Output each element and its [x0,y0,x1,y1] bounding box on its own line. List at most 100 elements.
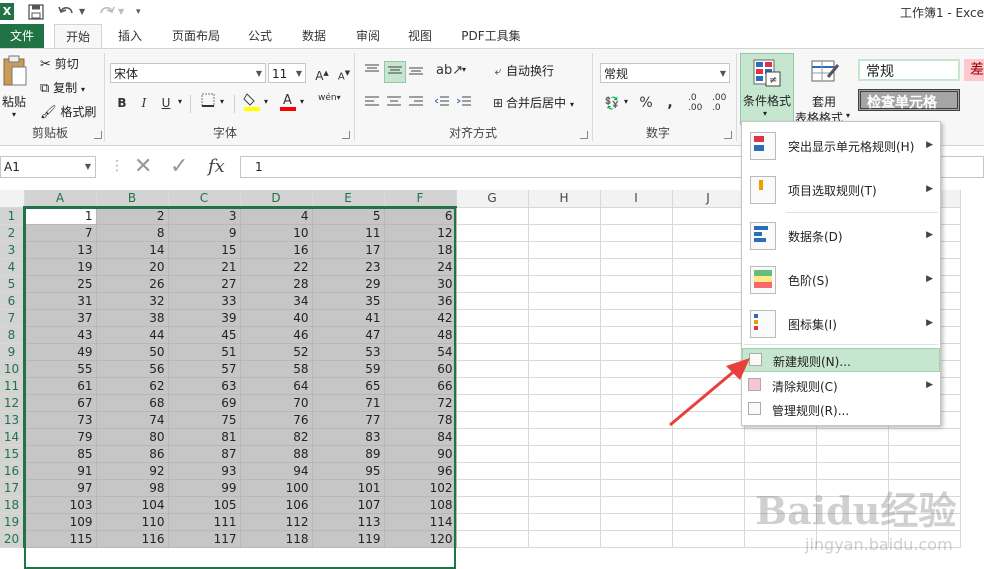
cell[interactable]: 52 [240,343,313,361]
cell[interactable]: 25 [24,275,97,293]
cell[interactable] [672,224,745,242]
conditional-formatting-button[interactable]: ≠ 条件格式 ▾ [740,53,794,125]
row-header[interactable]: 20 [0,530,25,548]
cell[interactable] [888,462,961,480]
cell[interactable] [528,224,601,242]
orientation-icon[interactable]: ab↗ [436,61,463,81]
cell[interactable] [600,513,673,531]
cell[interactable] [456,479,529,497]
cell[interactable]: 58 [240,360,313,378]
percent-button[interactable]: % [636,93,656,113]
row-header[interactable]: 11 [0,377,25,395]
phonetic-dropdown-icon[interactable]: ▾ [337,93,341,102]
cell[interactable]: 94 [240,462,313,480]
style-check-cell[interactable]: 检查单元格 [858,89,960,111]
cell[interactable]: 14 [96,241,169,259]
cell[interactable]: 45 [168,326,241,344]
align-right-icon[interactable] [406,93,426,113]
merge-center-button[interactable]: ⊞ 合并后居中 ▾ [490,93,574,113]
cell[interactable]: 69 [168,394,241,412]
redo-icon[interactable] [97,2,115,22]
number-format-combo[interactable]: 常规 ▼ [600,63,730,83]
menu-item-icon-sets[interactable]: 图标集(I) ▶ [742,306,940,342]
cell[interactable]: 74 [96,411,169,429]
cell[interactable] [816,462,889,480]
cell[interactable] [456,343,529,361]
column-header[interactable]: A [24,190,97,208]
cell[interactable] [456,394,529,412]
align-left-icon[interactable] [362,93,382,113]
cell[interactable]: 46 [240,326,313,344]
cell[interactable]: 61 [24,377,97,395]
cell[interactable]: 83 [312,428,385,446]
menu-item-data-bars[interactable]: 数据条(D) ▶ [742,218,940,254]
row-header[interactable]: 18 [0,496,25,514]
cell[interactable]: 27 [168,275,241,293]
cell[interactable]: 20 [96,258,169,276]
cell[interactable]: 16 [240,241,313,259]
paste-dropdown-icon[interactable]: ▾ [12,110,16,119]
cell[interactable] [600,258,673,276]
cell[interactable]: 78 [384,411,457,429]
cell[interactable] [672,496,745,514]
cell[interactable]: 36 [384,292,457,310]
increase-decimal-button[interactable]: .0.00 [688,93,702,113]
cell[interactable]: 60 [384,360,457,378]
cell[interactable]: 116 [96,530,169,548]
underline-button[interactable]: U [156,93,176,113]
row-header[interactable]: 16 [0,462,25,480]
cell[interactable] [528,496,601,514]
cell[interactable]: 42 [384,309,457,327]
grow-font-button[interactable]: A▲ [312,63,332,83]
cell[interactable]: 9 [168,224,241,242]
customize-qat-icon[interactable]: ▾ [136,2,141,22]
cell[interactable] [888,445,961,463]
cell[interactable]: 51 [168,343,241,361]
cell[interactable]: 55 [24,360,97,378]
align-middle-icon[interactable] [384,61,406,83]
cell[interactable]: 13 [24,241,97,259]
cell[interactable]: 2 [96,207,169,225]
cell[interactable]: 43 [24,326,97,344]
cell[interactable] [456,428,529,446]
cell[interactable] [528,394,601,412]
cell[interactable]: 33 [168,292,241,310]
redo-dropdown-icon[interactable]: ▼ [118,2,124,22]
cell[interactable]: 98 [96,479,169,497]
clipboard-launcher-icon[interactable] [94,131,102,139]
row-header[interactable]: 1 [0,207,25,225]
cell[interactable]: 54 [384,343,457,361]
cell[interactable]: 77 [312,411,385,429]
cell[interactable] [528,241,601,259]
cell[interactable]: 68 [96,394,169,412]
tab-page-layout[interactable]: 页面布局 [165,24,227,48]
cell[interactable]: 99 [168,479,241,497]
cell[interactable]: 82 [240,428,313,446]
cell[interactable]: 97 [24,479,97,497]
cell[interactable]: 80 [96,428,169,446]
cell[interactable] [600,326,673,344]
cell[interactable]: 111 [168,513,241,531]
copy-button[interactable]: ⧉ 复制 ▾ [40,79,85,96]
cell[interactable] [456,241,529,259]
cell[interactable] [600,479,673,497]
tab-file[interactable]: 文件 [0,24,44,48]
cell[interactable]: 44 [96,326,169,344]
format-as-table-button[interactable]: 套用 表格格式 ▾ [795,53,854,125]
cell[interactable]: 106 [240,496,313,514]
cell[interactable]: 26 [96,275,169,293]
cell[interactable] [600,462,673,480]
cell[interactable]: 57 [168,360,241,378]
cell[interactable]: 79 [24,428,97,446]
column-header[interactable]: B [96,190,169,208]
alignment-launcher-icon[interactable] [580,131,588,139]
row-header[interactable]: 6 [0,292,25,310]
cell[interactable] [528,309,601,327]
cell[interactable]: 85 [24,445,97,463]
row-header[interactable]: 7 [0,309,25,327]
cell[interactable] [528,479,601,497]
cell[interactable]: 92 [96,462,169,480]
undo-icon[interactable] [58,2,76,22]
cell[interactable]: 7 [24,224,97,242]
cell[interactable]: 50 [96,343,169,361]
